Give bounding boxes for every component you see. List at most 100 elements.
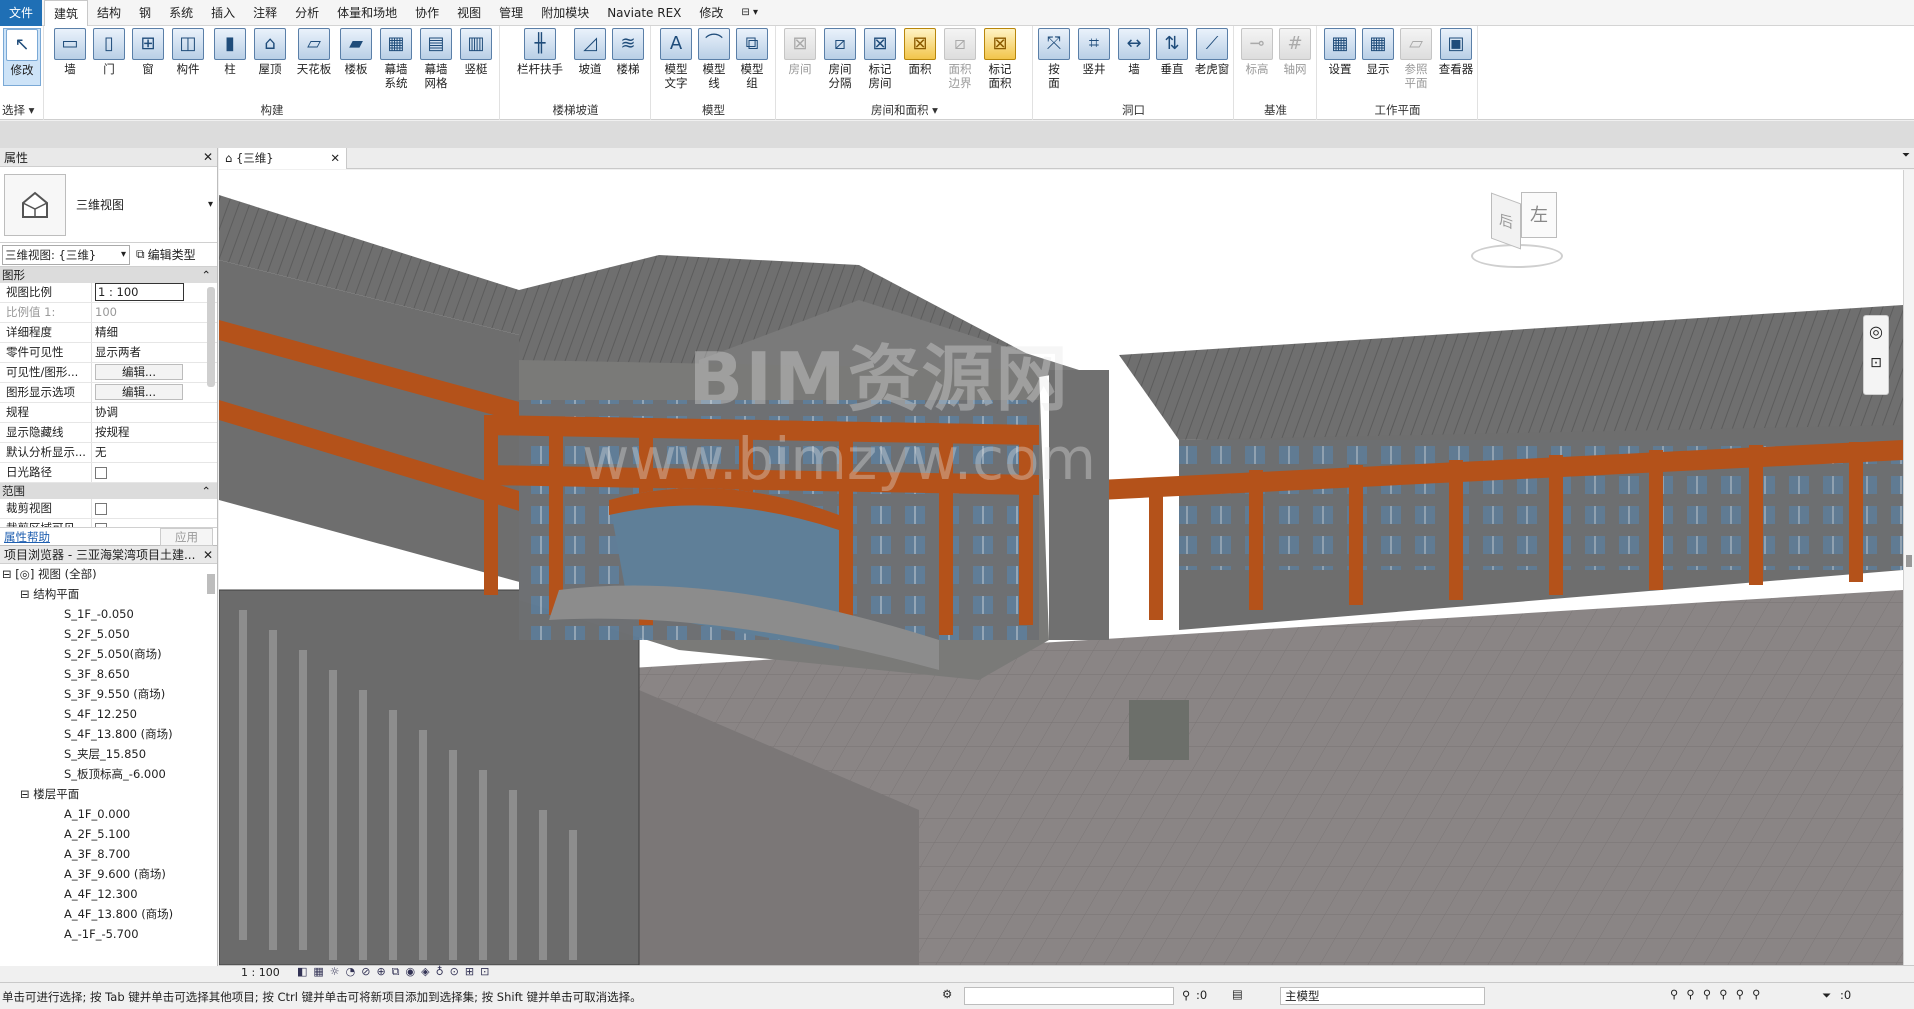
grid-button[interactable]: # 轴网 [1277, 28, 1313, 76]
close-icon[interactable]: ✕ [203, 548, 213, 562]
window-button[interactable]: ⊞ 窗 [131, 28, 165, 76]
list-item[interactable]: S_4F_13.800 (商场) [0, 724, 217, 744]
steering-wheel-icon[interactable]: ◎ [1864, 322, 1888, 341]
show-workplane-button[interactable]: ▦ 显示 [1360, 28, 1396, 76]
prop-row[interactable]: 默认分析显示... 无 [0, 443, 217, 463]
view-control-icons[interactable]: ◧▦☼◔⊘⊕⧉◉◈♁⊙⊞⊡ [297, 965, 495, 979]
viewport-scrollbar[interactable] [1903, 170, 1914, 965]
shaft-button[interactable]: ⌗ 竖井 [1076, 28, 1112, 76]
design-options-icon[interactable]: ▤ [1232, 987, 1243, 1001]
model-line-button[interactable]: ⌒ 模型 线 [696, 28, 732, 90]
tab-3d-view[interactable]: ⌂ {三维} ✕ [219, 148, 347, 169]
model-text-button[interactable]: A 模型 文字 [658, 28, 694, 90]
wall-opening-button[interactable]: ↔ 墙 [1116, 28, 1152, 76]
vg-edit-button[interactable]: 编辑... [95, 364, 183, 380]
tab-addins[interactable]: 附加模块 [532, 0, 598, 26]
column-button[interactable]: ▮ 柱 [213, 28, 247, 76]
tab-systems[interactable]: 系统 [160, 0, 202, 26]
tree-group-floor-plans[interactable]: ⊟ 楼层平面 [0, 784, 217, 804]
tab-architecture[interactable]: 建筑 [44, 0, 89, 26]
list-item[interactable]: A_2F_5.100 [0, 824, 217, 844]
properties-help-link[interactable]: 属性帮助 [4, 529, 50, 545]
prop-row[interactable]: 规程 协调 [0, 403, 217, 423]
viewer-button[interactable]: ▣ 查看器 [1436, 28, 1476, 76]
list-item[interactable]: A_3F_8.700 [0, 844, 217, 864]
area-boundary-button[interactable]: ⧄ 面积 边界 [941, 28, 979, 90]
mullion-button[interactable]: ▥ 竖梃 [458, 28, 494, 76]
view-scale-input[interactable]: 1 : 100 [95, 283, 184, 301]
tab-file[interactable]: 文件 [0, 0, 43, 26]
group-graphics[interactable]: 图形 ⌃ [0, 267, 217, 283]
list-item[interactable]: S_2F_5.050 [0, 624, 217, 644]
tab-insert[interactable]: 插入 [202, 0, 244, 26]
list-item[interactable]: A_4F_13.800 (商场) [0, 904, 217, 924]
prop-row[interactable]: 显示隐藏线 按规程 [0, 423, 217, 443]
close-icon[interactable]: ✕ [203, 150, 213, 164]
tab-view[interactable]: 视图 [448, 0, 490, 26]
tab-collaborate[interactable]: 协作 [406, 0, 448, 26]
tree-root[interactable]: ⊟ [◎] 视图 (全部) [0, 564, 217, 584]
door-button[interactable]: ▯ 门 [92, 28, 126, 76]
railing-button[interactable]: ╫ 栏杆扶手 [513, 28, 567, 76]
worksets-icon[interactable]: ⚙ [942, 987, 952, 1001]
room-separator-button[interactable]: ⧄ 房间 分隔 [821, 28, 859, 90]
list-item[interactable]: S_2F_5.050(商场) [0, 644, 217, 664]
browser-scrollbar[interactable] [207, 574, 215, 594]
tab-naviate-rex[interactable]: Naviate REX [598, 0, 690, 26]
ref-plane-button[interactable]: ▱ 参照 平面 [1398, 28, 1434, 90]
3d-viewport[interactable]: BIM资源网 www.bimzyw.com 后 左 ◎ ⊡ [219, 170, 1903, 965]
curtain-system-button[interactable]: ▦ 幕墙 系统 [378, 28, 414, 90]
list-item[interactable]: S_3F_8.650 [0, 664, 217, 684]
workset-field[interactable] [964, 987, 1174, 1005]
instance-selector[interactable]: 三维视图: {三维} [2, 244, 130, 265]
set-workplane-button[interactable]: ▦ 设置 [1322, 28, 1358, 76]
list-item[interactable]: S_板顶标高_-6.000 [0, 764, 217, 784]
edit-type-button[interactable]: 编辑类型 [148, 246, 196, 263]
panel-room-area-title[interactable]: 房间和面积 ▾ [777, 102, 1032, 118]
stair-button[interactable]: ≋ 楼梯 [611, 28, 645, 76]
tab-analyze[interactable]: 分析 [286, 0, 328, 26]
wall-button[interactable]: ▭ 墙 [53, 28, 87, 76]
modify-button[interactable]: ↖ 修改 [3, 28, 41, 86]
view-cube[interactable]: 后 左 [1461, 192, 1571, 272]
crop-visible-checkbox[interactable] [95, 523, 107, 527]
area-button[interactable]: ⊠ 面积 [901, 28, 939, 76]
ramp-button[interactable]: ◿ 坡道 [573, 28, 607, 76]
apply-button[interactable]: 应用 [160, 527, 213, 546]
level-button[interactable]: ⊸ 标高 [1239, 28, 1275, 76]
list-item[interactable]: A_3F_9.600 (商场) [0, 864, 217, 884]
model-selector[interactable]: 主模型 [1280, 987, 1485, 1005]
component-button[interactable]: ◫ 构件 [170, 28, 206, 76]
view-cube-face-back[interactable]: 后 [1491, 192, 1521, 250]
floor-button[interactable]: ▰ 楼板 [338, 28, 374, 76]
tab-menu-icon[interactable]: ⏷ [1902, 150, 1910, 161]
list-item[interactable]: A_1F_0.000 [0, 804, 217, 824]
curtain-grid-button[interactable]: ▤ 幕墙 网格 [418, 28, 454, 90]
prop-row[interactable]: 零件可见性 显示两者 [0, 343, 217, 363]
ceiling-button[interactable]: ▱ 天花板 [294, 28, 334, 76]
list-item[interactable]: S_1F_-0.050 [0, 604, 217, 624]
list-item[interactable]: S_3F_9.550 (商场) [0, 684, 217, 704]
list-item[interactable]: S_夹层_15.850 [0, 744, 217, 764]
tab-modify[interactable]: 修改 [690, 0, 732, 26]
roof-button[interactable]: ⌂ 屋顶 [252, 28, 288, 76]
scale-readout[interactable]: 1 : 100 [241, 966, 280, 979]
prop-row[interactable]: 视图比例 1 : 100 [0, 283, 217, 303]
properties-scrollbar[interactable] [207, 287, 215, 387]
zoom-icon[interactable]: ⊡ [1864, 355, 1888, 371]
list-item[interactable]: A_4F_12.300 [0, 884, 217, 904]
dormer-button[interactable]: ⟋ 老虎窗 [1192, 28, 1232, 76]
chevron-down-icon[interactable]: ▾ [208, 199, 213, 210]
graphic-display-edit-button[interactable]: 编辑... [95, 384, 183, 400]
crop-view-checkbox[interactable] [95, 503, 107, 515]
list-item[interactable]: A_-1F_-5.700 [0, 924, 217, 944]
type-selector[interactable]: 三维视图 ▾ [0, 167, 217, 243]
filter-icon[interactable]: ⏷ [1822, 988, 1831, 1003]
panel-select-title[interactable]: 选择 ▾ [0, 102, 43, 118]
tab-manage[interactable]: 管理 [490, 0, 532, 26]
ribbon-toggle-button[interactable]: ⊟ ▾ [732, 0, 767, 26]
group-extents[interactable]: 范围 ⌃ [0, 483, 217, 499]
selection-filter-icons[interactable]: ⚲⚲⚲⚲⚲⚲ [1670, 987, 1769, 1001]
tab-steel[interactable]: 钢 [130, 0, 160, 26]
vertical-button[interactable]: ⇅ 垂直 [1154, 28, 1190, 76]
